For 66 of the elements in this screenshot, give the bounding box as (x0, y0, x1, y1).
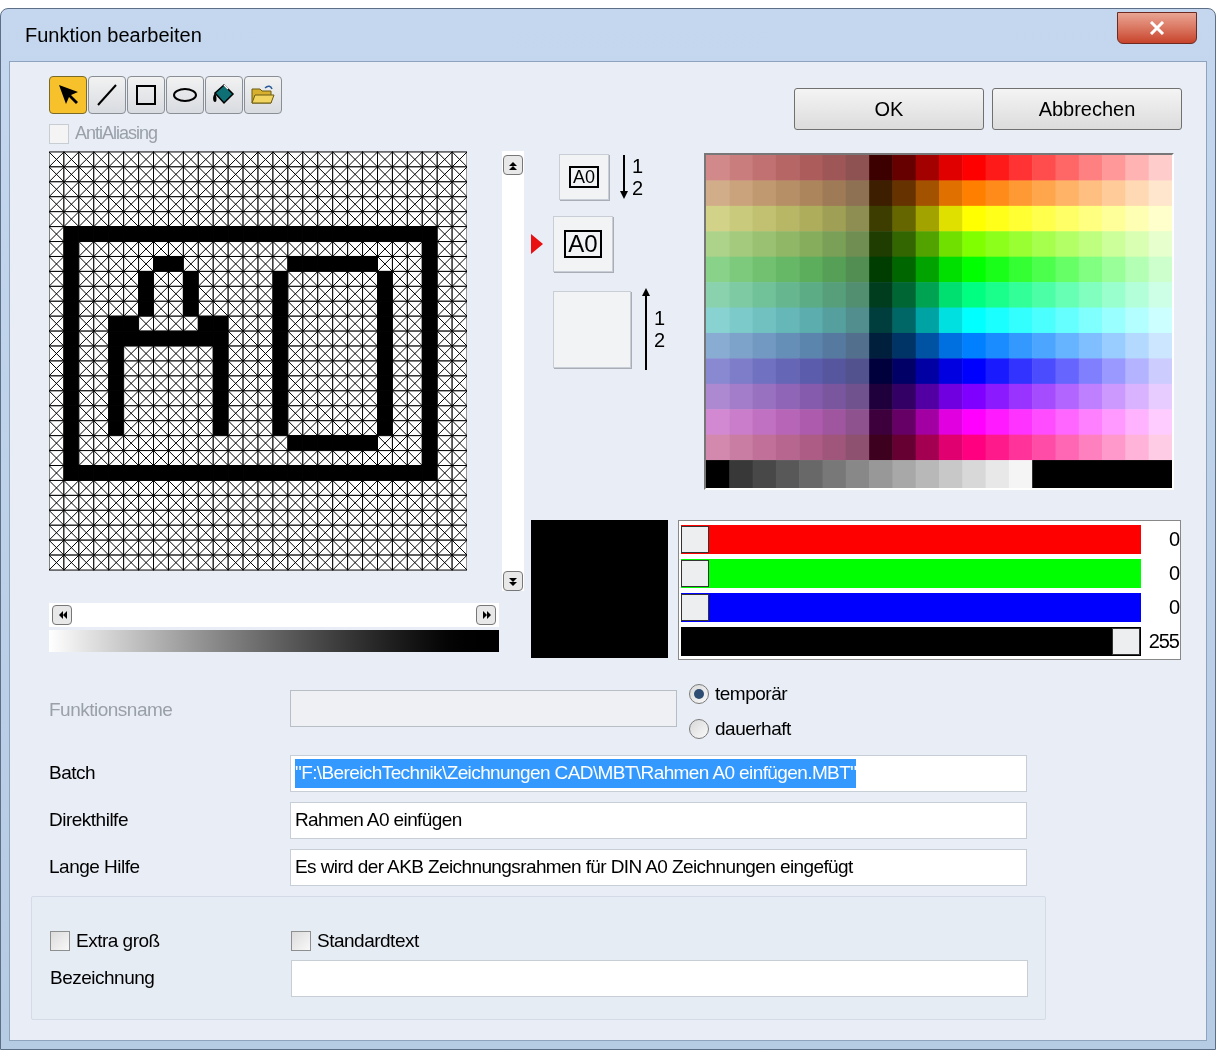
open-folder-icon (250, 83, 276, 107)
slider-thumb[interactable] (681, 559, 709, 587)
slider-value: 0 (1168, 595, 1180, 620)
slider-value: 255 (1148, 629, 1180, 654)
close-icon (1149, 21, 1165, 35)
text-field[interactable] (291, 959, 1028, 997)
checkbox[interactable] (50, 931, 70, 952)
icon-preview-button[interactable]: A0 (553, 216, 613, 272)
line-icon (95, 83, 119, 107)
slider-value: 0 (1168, 527, 1180, 552)
color-slider[interactable] (681, 626, 1141, 656)
tool-button[interactable] (49, 76, 87, 114)
radio-label: dauerhaft (715, 716, 791, 741)
order-number: 2 (632, 177, 644, 199)
slider-thumb[interactable] (681, 593, 709, 621)
shade-gradient-bar[interactable] (49, 630, 499, 652)
field-value: Rahmen A0 einfügen (295, 808, 462, 833)
order-number: 1 (654, 307, 666, 329)
color-slider[interactable] (681, 524, 1141, 554)
color-slider[interactable] (681, 558, 1141, 588)
text-field[interactable]: Es wird der AKB Zeichnungsrahmen für DIN A0 Zeichnungen eingefügt (290, 849, 1027, 886)
scroll-right-button[interactable] (476, 605, 496, 625)
ellipse-icon (172, 86, 198, 104)
pointer-icon (56, 83, 80, 107)
scroll-down-button[interactable] (503, 571, 524, 591)
text-field[interactable]: Rahmen A0 einfügen (290, 802, 1027, 839)
tool-button[interactable] (127, 76, 165, 114)
up-arrow-icon (641, 288, 651, 370)
checkbox[interactable] (291, 931, 311, 952)
field-label: Batch (49, 761, 97, 786)
field-label: Bezeichnung (50, 965, 156, 990)
scroll-left-button[interactable] (52, 605, 72, 625)
field-label: Lange Hilfe (49, 855, 141, 880)
field-label: Direkthilfe (49, 808, 129, 833)
field-value: Es wird der AKB Zeichnungsrahmen für DIN A0 Zeichnungen eingefügt (295, 855, 853, 880)
window-title: Funktion bearbeiten (25, 23, 202, 48)
close-button[interactable] (1117, 12, 1197, 44)
vertical-scrollbar[interactable] (502, 151, 524, 591)
tool-button[interactable] (166, 76, 204, 114)
slider-value: 0 (1168, 561, 1180, 586)
checkbox-label: Extra groß (76, 929, 160, 953)
radio-label: temporär (715, 682, 788, 706)
paint-bucket-icon (211, 83, 237, 107)
radio-button[interactable] (689, 718, 709, 739)
pixel-grid-drawing[interactable] (49, 151, 468, 571)
slider-thumb[interactable] (681, 525, 709, 553)
tool-button[interactable] (88, 76, 126, 114)
slider-thumb[interactable] (1112, 627, 1140, 655)
checkbox-label: Standardtext (317, 929, 419, 953)
order-number: 2 (654, 329, 666, 351)
rectangle-icon (134, 83, 158, 107)
down-arrow-icon (619, 155, 629, 199)
checkbox-label: AntiAliasing (75, 122, 158, 145)
ok-button[interactable]: OK (794, 88, 984, 130)
double-right-arrow-icon (480, 608, 492, 622)
order-number: 1 (632, 155, 644, 177)
cancel-button[interactable]: Abbrechen (992, 88, 1182, 130)
color-slider[interactable] (681, 592, 1141, 622)
icon-preview-button[interactable]: A0 (559, 154, 609, 200)
field-value: "F:\BereichTechnik\Zeichnungen CAD\MBT\Rahmen A0 einfügen.MBT" (295, 759, 857, 788)
tool-button[interactable] (205, 76, 243, 114)
field-label: Funktionsname (49, 698, 174, 722)
horizontal-scrollbar[interactable] (49, 603, 499, 627)
scroll-up-button[interactable] (503, 155, 524, 175)
radio-button[interactable] (689, 684, 709, 705)
color-palette[interactable] (704, 153, 1174, 490)
